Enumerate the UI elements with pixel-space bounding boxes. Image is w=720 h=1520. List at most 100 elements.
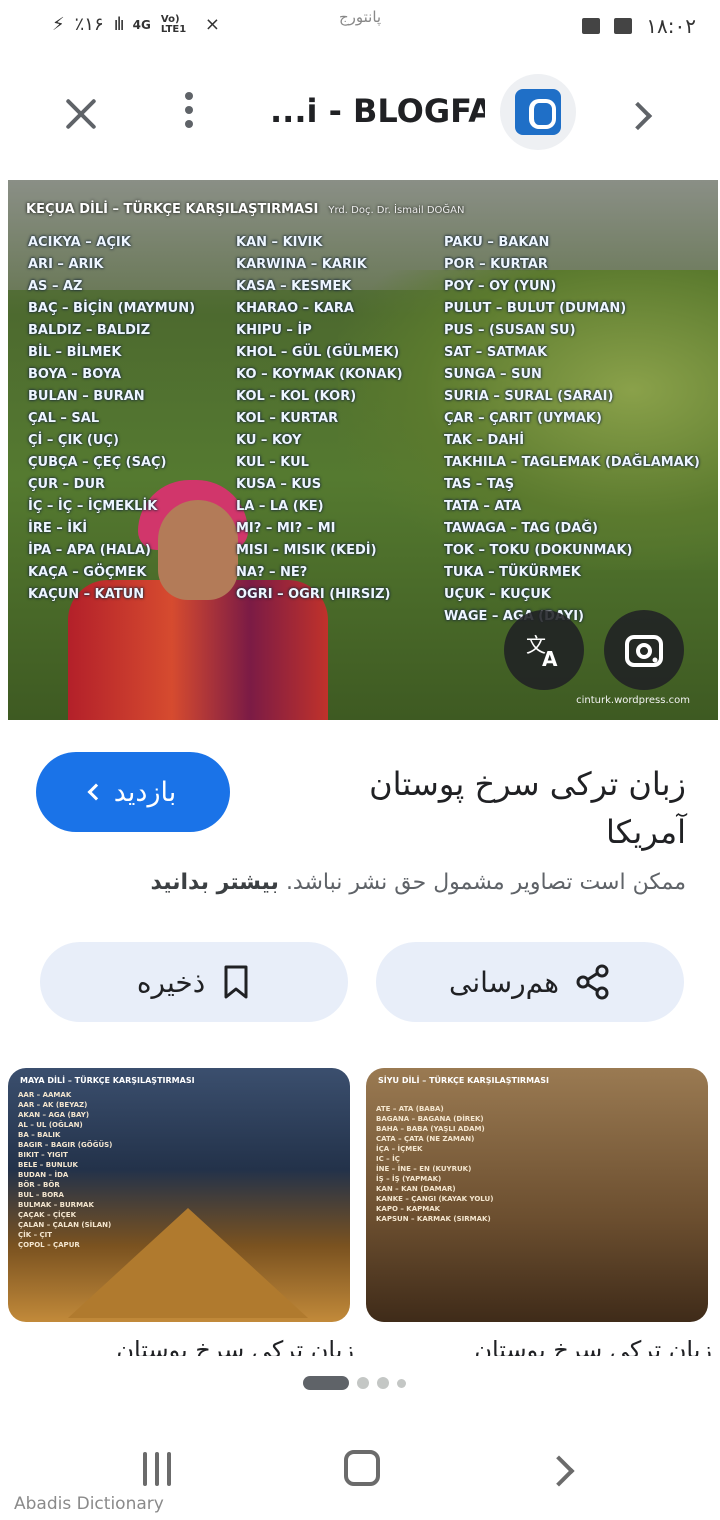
word-pair: POR – KURTAR — [444, 257, 548, 272]
site-favicon[interactable] — [500, 74, 576, 150]
image-icon — [614, 18, 633, 34]
word-pair: KUSA – KUS — [236, 477, 322, 492]
word-pair: LA – LA (KE) — [236, 499, 324, 514]
page-dot — [397, 1378, 406, 1388]
page-dot-active — [303, 1376, 349, 1390]
main-image[interactable]: KEÇUA DİLİ – TÜRKÇE KARŞILAŞTIRMASI Yrd. … — [8, 180, 718, 720]
related-image[interactable]: SİYU DİLİ – TÜRKÇE KARŞILAŞTIRMASI ATE –… — [366, 1068, 708, 1322]
word-pair: TAKHILA – TAGLEMAK (DAĞLAMAK) — [444, 455, 700, 470]
word-pair: KHARAO – KARA — [236, 301, 354, 316]
word-column-2: KAN – KIVIK KARWINA – KARIK KASA – KESMEK K… — [236, 232, 403, 606]
copyright-notice: ممکن است تصاویر مشمول حق نشر نباشد. بیشت… — [150, 870, 686, 895]
word-pair: BULAN – BURAN — [28, 389, 145, 404]
word-pair: UÇUK – KUÇUK — [444, 587, 551, 602]
word-pair: BAÇ – BİÇİN (MAYMUN) — [28, 301, 196, 316]
word-pair: SUNGA – SUN — [444, 367, 542, 382]
word-pair: TAS – TAŞ — [444, 477, 515, 492]
recents-icon[interactable] — [143, 1452, 179, 1486]
word-pair: BOYA – BOYA — [28, 367, 122, 382]
word-pair: KHOL – GÜL (GÜLMEK) — [236, 345, 400, 360]
word-pair: BİL – BİLMEK — [28, 345, 122, 360]
word-pair: SURIA – SURAL (SARAI) — [444, 389, 614, 404]
image-author: Yrd. Doç. Dr. İsmail DOĞAN — [328, 205, 465, 216]
word-pair: KUL – KUL — [236, 455, 309, 470]
chevron-left-icon — [87, 783, 105, 801]
lens-icon — [625, 635, 663, 667]
word-pair: BALDIZ – BALDIZ — [28, 323, 151, 338]
related-image[interactable]: MAYA DİLİ – TÜRKÇE KARŞILAŞTIRMASI AAR –… — [8, 1068, 350, 1322]
word-pair: İPA – APA (HALA) — [28, 543, 151, 558]
word-pair: KAÇA – GÖÇMEK — [28, 565, 147, 580]
share-icon — [576, 964, 609, 1000]
word-pair: İRE – İKİ — [28, 521, 88, 536]
word-pair: PAKU – BAKAN — [444, 235, 550, 250]
blogfa-logo-icon — [515, 89, 561, 135]
related-title[interactable]: زبان ترکی سرخ پوستان — [24, 1336, 354, 1356]
word-pair: TATA – ATA — [444, 499, 522, 514]
word-pair: KO – KOYMAK (KONAK) — [236, 367, 403, 382]
image-watermark: cinturk.wordpress.com — [576, 695, 690, 706]
word-pair: ÇUBÇA – ÇEÇ (SAÇ) — [28, 455, 167, 470]
chevron-right-icon[interactable] — [624, 98, 654, 132]
word-pair: KAÇUN – KATUN — [28, 587, 145, 602]
translate-button[interactable]: 文 A — [504, 610, 584, 690]
word-pair: MISI – MISIK (KEDİ) — [236, 543, 377, 558]
close-icon[interactable] — [58, 94, 104, 134]
site-title[interactable]: ...i - BLOGFA — [270, 92, 485, 130]
bookmark-icon — [224, 965, 248, 999]
save-button[interactable]: ذخیره — [40, 942, 348, 1022]
word-pair: AS – AZ — [28, 279, 83, 294]
word-pair: KHIPU – İP — [236, 323, 312, 338]
svg-text:A: A — [542, 647, 558, 670]
word-pair: ARI – ARIK — [28, 257, 104, 272]
word-pair: TAWAGA – TAG (DAĞ) — [444, 521, 598, 536]
word-pair: KU – KOY — [236, 433, 302, 448]
viewer-header: ...i - BLOGFA — [0, 54, 720, 174]
word-pair: TOK – TOKU (DOKUNMAK) — [444, 543, 633, 558]
page-dot — [377, 1377, 389, 1389]
folder-icon — [582, 18, 601, 34]
word-pair: OGRI – OGRI (HIRSIZ) — [236, 587, 391, 602]
save-label: ذخیره — [136, 965, 206, 999]
word-pair: PUS – (SUSAN SU) — [444, 323, 576, 338]
word-pair: KARWINA – KARIK — [236, 257, 367, 272]
word-column-3: PAKU – BAKAN POR – KURTAR POY – OY (YUN) PU… — [444, 232, 700, 628]
translate-icon: 文 A — [526, 633, 558, 670]
word-pair: MI? – MI? – MI — [236, 521, 336, 536]
home-icon[interactable] — [344, 1450, 380, 1486]
word-pair: PULUT – BULUT (DUMAN) — [444, 301, 627, 316]
share-label: هم‌رسانی — [448, 965, 560, 999]
visit-label: بازدید — [113, 776, 177, 808]
word-pair: ACIKYA – AÇIK — [28, 235, 131, 250]
word-pair: KAN – KIVIK — [236, 235, 323, 250]
word-column-1: ACIKYA – AÇIK ARI – ARIK AS – AZ BAÇ – BİÇİ… — [28, 232, 195, 606]
word-pair: ÇAL – SAL — [28, 411, 100, 426]
word-pair: NA? – NE? — [236, 565, 308, 580]
share-button[interactable]: هم‌رسانی — [376, 942, 684, 1022]
word-pair: ÇAR – ÇARIT (UYMAK) — [444, 411, 602, 426]
word-pair: KOL – KOL (KOR) — [236, 389, 357, 404]
status-bar: ⚡ ٪۱۶ ılı 4G Vo) LTE1 ⨯ پانتورج ۱۸:۰۲ — [0, 0, 720, 54]
word-pair: Çİ – ÇIK (UÇ) — [28, 433, 119, 448]
word-pair: TAK – DAHİ — [444, 433, 525, 448]
app-watermark: Abadis Dictionary — [14, 1494, 164, 1514]
word-pair: TUKA – TÜKÜRMEK — [444, 565, 581, 580]
page-indicator — [303, 1376, 406, 1390]
visit-button[interactable]: بازدید — [36, 752, 230, 832]
related-title[interactable]: زبان ترکی سرخ پوستان — [382, 1336, 712, 1356]
word-pair: İÇ – İÇ – İÇMEKLİK — [28, 499, 158, 514]
word-pair: KASA – KESMEK — [236, 279, 352, 294]
learn-more-link[interactable]: بیشتر بدانید — [151, 870, 279, 895]
status-right: ۱۸:۰۲ — [582, 14, 696, 38]
word-pair: KOL – KURTAR — [236, 411, 339, 426]
clock: ۱۸:۰۲ — [646, 14, 696, 38]
word-pair: SAT – SATMAK — [444, 345, 548, 360]
back-icon[interactable] — [548, 1454, 578, 1484]
word-pair: POY – OY (YUN) — [444, 279, 557, 294]
lens-button[interactable] — [604, 610, 684, 690]
result-title[interactable]: زبان ترکی سرخ پوستان آمریکا — [300, 760, 686, 856]
image-heading: KEÇUA DİLİ – TÜRKÇE KARŞILAŞTIRMASI Yrd. … — [26, 202, 465, 217]
page-dot — [357, 1377, 369, 1389]
word-pair: ÇUR – DUR — [28, 477, 106, 492]
more-options-icon[interactable] — [180, 92, 198, 136]
